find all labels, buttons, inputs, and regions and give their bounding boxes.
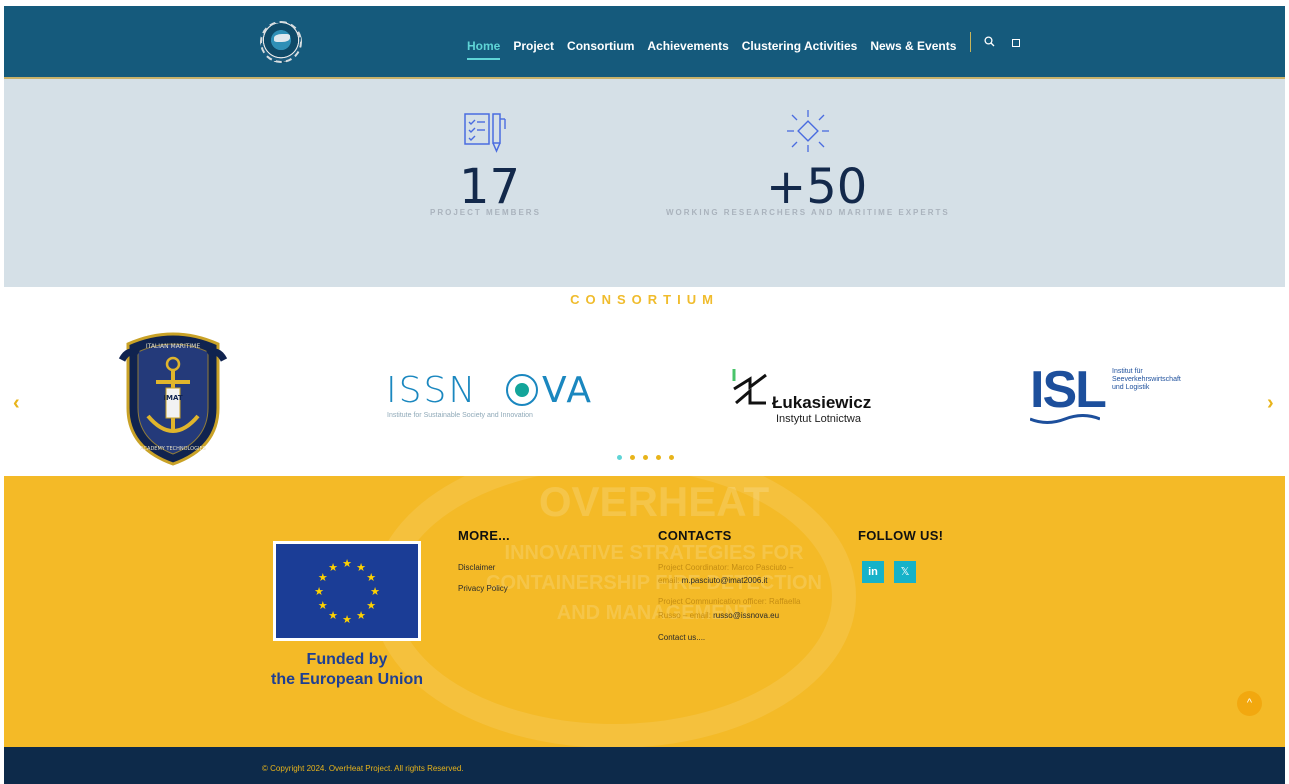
eu-funded-line-1: Funded by [306, 651, 388, 668]
carousel-dot-4[interactable] [656, 455, 661, 460]
eu-star: ★ [314, 586, 324, 598]
isl-line-3: und Logistik [1112, 384, 1150, 391]
linkedin-icon[interactable]: in [862, 561, 884, 583]
menu-square-icon[interactable] [1012, 39, 1020, 47]
nav-consortium[interactable]: Consortium [567, 39, 634, 53]
issnova-logo[interactable]: ISSN VA Institute for Sustainable Societ… [386, 370, 596, 430]
imat-logo-ring-top: ITALIAN MARITIME [146, 343, 201, 350]
eu-star: ★ [370, 586, 380, 598]
back-to-top-button[interactable]: ^ [1237, 691, 1262, 716]
coordinator-email-line: email: m.pasciuto@imat2006.it [658, 576, 768, 585]
eu-star: ★ [366, 572, 376, 584]
carousel-dot-3[interactable] [643, 455, 648, 460]
lukasiewicz-wordmark: Łukasiewicz [772, 393, 872, 412]
checklist-pen-icon [464, 113, 506, 153]
eu-star: ★ [366, 600, 376, 612]
diamond-sparkle-icon [787, 110, 829, 152]
comm-officer-email-label: Russo – email: [658, 611, 714, 620]
eu-star: ★ [318, 572, 328, 584]
page-frame-right [1285, 0, 1289, 784]
eu-star: ★ [342, 614, 352, 626]
eu-star: ★ [342, 558, 352, 570]
lukasiewicz-logo[interactable]: Łukasiewicz Instytut Lotnictwa [730, 367, 890, 429]
isl-line-1: Institut für [1112, 368, 1143, 375]
comm-officer-email-link[interactable]: russo@issnova.eu [713, 611, 779, 620]
x-icon[interactable]: 𝕏 [894, 561, 916, 583]
site-header: Home Project Consortium Achievements Clu… [4, 6, 1285, 79]
copyright-bar: © Copyright 2024. OverHeat Project. All … [4, 747, 1285, 784]
consortium-title: CONSORTIUM [570, 292, 719, 307]
eu-star: ★ [318, 600, 328, 612]
nav-home[interactable]: Home [467, 39, 501, 60]
imat-logo-ring-bottom: ACADEMY TECHNOLOGIES [140, 446, 206, 452]
eu-star: ★ [356, 610, 366, 622]
issnova-tagline: Institute for Sustainable Society and In… [387, 412, 533, 419]
lukasiewicz-sub: Instytut Lotnictwa [776, 413, 861, 425]
isl-line-2: Seeverkehrswirtschaft [1112, 376, 1181, 383]
comm-officer-line: Project Communication officer: Raffaella [658, 597, 801, 606]
carousel-dot-2[interactable] [630, 455, 635, 460]
carousel-dot-1[interactable] [617, 455, 622, 460]
lukasiewicz-mark-icon [732, 369, 767, 405]
coordinator-email-link[interactable]: m.pasciuto@imat2006.it [682, 576, 768, 585]
eu-funded-line-2: the European Union [271, 671, 423, 688]
site-logo[interactable] [260, 21, 302, 63]
isl-logo[interactable]: ISL Institut für Seeverkehrswirtschaft u… [1030, 361, 1210, 432]
issnova-o-icon [506, 374, 538, 406]
eu-star: ★ [356, 562, 366, 574]
issnova-wordmark-right: VA [542, 370, 593, 411]
coordinator-email-label: email: [658, 576, 682, 585]
carousel-dots [617, 455, 674, 460]
main-nav: Home Project Consortium Achievements Clu… [467, 32, 956, 60]
stat-researchers-value: +50 [766, 159, 868, 215]
carousel-prev-button[interactable]: ‹ [13, 392, 20, 415]
eu-star: ★ [328, 610, 338, 622]
carousel-next-button[interactable]: › [1267, 392, 1274, 415]
copyright-text: © Copyright 2024. OverHeat Project. All … [262, 764, 464, 773]
footer-follow-title: FOLLOW US! [858, 528, 944, 543]
isl-wordmark: ISL [1030, 361, 1107, 419]
footer-more-title: MORE... [458, 528, 510, 543]
disclaimer-link[interactable]: Disclaimer [458, 563, 495, 572]
nav-divider [970, 32, 971, 52]
footer-watermark-line-3: AND MANAGEMENT [556, 602, 752, 624]
eu-star: ★ [328, 562, 338, 574]
nav-achievements[interactable]: Achievements [647, 39, 728, 53]
footer-contacts-title: CONTACTS [658, 528, 732, 543]
eu-flag-icon: ★ ★ ★ ★ ★ ★ ★ ★ ★ ★ ★ ★ [273, 541, 421, 641]
nav-clustering-activities[interactable]: Clustering Activities [742, 39, 858, 53]
logo-ship-icon [274, 34, 290, 42]
carousel-dot-5[interactable] [669, 455, 674, 460]
comm-officer-email-line: Russo – email: russo@issnova.eu [658, 611, 779, 620]
stat-project-members-label: PROJECT MEMBERS [430, 208, 541, 217]
coordinator-line: Project Coordinator: Marco Pasciuto – [658, 563, 794, 572]
nav-news-events[interactable]: News & Events [870, 39, 956, 53]
issnova-wordmark-left: ISSN [386, 370, 478, 411]
imat-logo[interactable]: IMAT ITALIAN MARITIME ACADEMY TECHNOLOGI… [118, 330, 228, 466]
page-frame-top [0, 0, 1289, 6]
footer-watermark-title: OVERHEAT [538, 478, 770, 525]
stats-section: 17 PROJECT MEMBERS +50 WORKING RESEARCHE… [4, 79, 1285, 287]
privacy-policy-link[interactable]: Privacy Policy [458, 584, 508, 593]
search-icon[interactable] [984, 36, 995, 47]
stat-project-members-value: 17 [459, 159, 521, 215]
footer-watermark-line-1: INNOVATIVE STRATEGIES FOR [504, 542, 804, 564]
isl-wave-icon [1030, 414, 1100, 424]
site-footer: OVERHEAT INNOVATIVE STRATEGIES FOR CONTA… [4, 476, 1285, 747]
stat-researchers-label: WORKING RESEARCHERS AND MARITIME EXPERTS [666, 208, 950, 217]
page-frame-left [0, 0, 4, 784]
contact-us-link[interactable]: Contact us.... [658, 633, 705, 642]
nav-project[interactable]: Project [513, 39, 554, 53]
imat-logo-mark: IMAT [163, 394, 182, 402]
